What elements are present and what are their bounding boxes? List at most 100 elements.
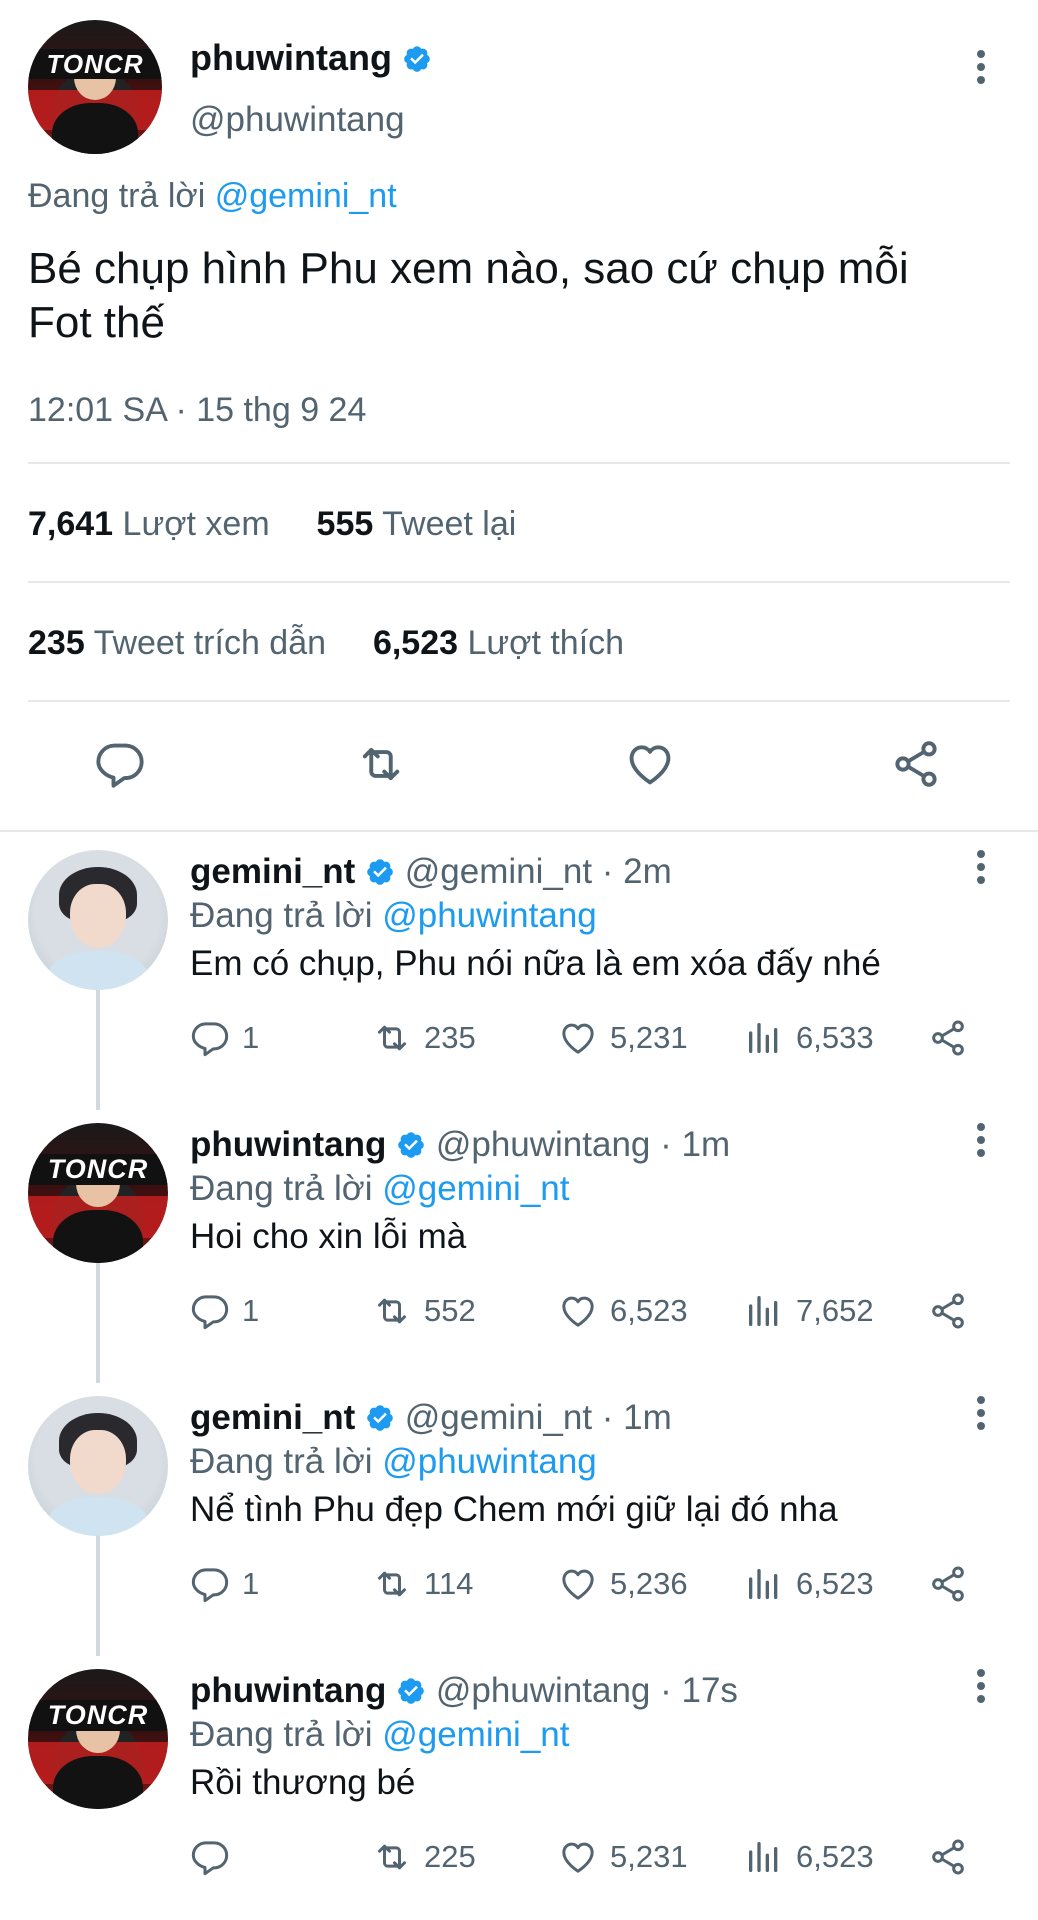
views-button[interactable]: 6,523 — [744, 1833, 874, 1881]
reply-button[interactable] — [190, 1833, 242, 1881]
share-icon — [928, 1837, 968, 1877]
view-count: 6,533 — [796, 1020, 874, 1055]
share-icon — [928, 1018, 968, 1058]
main-tweet: TONCR phuwintang @phuwintang Đang trả lờ… — [0, 0, 1038, 826]
handle[interactable]: @phuwintang — [190, 98, 405, 142]
reply-icon — [190, 1837, 230, 1877]
views-count: 7,641 — [28, 505, 114, 543]
share-icon[interactable] — [890, 738, 942, 790]
retweets-count: 555 — [316, 505, 374, 543]
like-count: 5,231 — [610, 1839, 688, 1874]
avatar-banner-text: TONCR — [28, 1153, 168, 1185]
retweet-button[interactable]: 114 — [372, 1560, 473, 1608]
reply-text: Em có chụp, Phu nói nữa là em xóa đấy nh… — [190, 944, 881, 983]
like-button[interactable]: 6,523 — [558, 1287, 688, 1335]
views-stat[interactable]: 7,641 Lượt xem — [28, 505, 270, 543]
replying-to-link[interactable]: @gemini_nt — [215, 177, 397, 215]
replying-to-link[interactable]: @gemini_nt — [382, 1169, 569, 1208]
likes-stat[interactable]: 6,523 Lượt thích — [373, 624, 624, 662]
retweet-icon — [372, 1564, 412, 1604]
avatar[interactable] — [28, 850, 168, 990]
reply-icon[interactable] — [94, 738, 146, 790]
section-divider — [0, 830, 1038, 832]
reply-tweet[interactable]: gemini_nt @gemini_nt · 1m Đang trả lời @… — [0, 1384, 1038, 1657]
retweet-button[interactable]: 235 — [372, 1014, 476, 1062]
reply-button[interactable]: 1 — [190, 1287, 259, 1335]
views-button[interactable]: 7,652 — [744, 1287, 874, 1335]
views-icon — [744, 1018, 784, 1058]
verified-badge-icon — [402, 44, 432, 74]
more-icon[interactable] — [976, 1123, 986, 1162]
views-button[interactable]: 6,523 — [744, 1560, 874, 1608]
view-count: 7,652 — [796, 1293, 874, 1328]
display-name[interactable]: phuwintang — [190, 37, 392, 78]
reply-button[interactable]: 1 — [190, 1014, 259, 1062]
view-count: 6,523 — [796, 1566, 874, 1601]
views-button[interactable]: 6,533 — [744, 1014, 874, 1062]
avatar[interactable]: TONCR — [28, 20, 162, 154]
display-name[interactable]: phuwintang — [190, 1671, 386, 1710]
replying-to: Đang trả lời @gemini_nt — [190, 1713, 570, 1757]
more-icon[interactable] — [976, 50, 986, 89]
avatar[interactable] — [28, 1396, 168, 1536]
retweet-button[interactable]: 552 — [372, 1287, 476, 1335]
reply-tweet[interactable]: TONCR phuwintang @phuwintang · 1m Đang t… — [0, 1111, 1038, 1384]
display-name[interactable]: gemini_nt — [190, 852, 355, 891]
handle-time[interactable]: @gemini_nt · 1m — [405, 1398, 672, 1437]
retweets-stat[interactable]: 555 Tweet lại — [317, 505, 517, 543]
handle-time[interactable]: @phuwintang · 17s — [436, 1671, 738, 1710]
handle-time[interactable]: @gemini_nt · 2m — [405, 852, 672, 891]
share-icon — [928, 1291, 968, 1331]
reply-text: Nể tình Phu đẹp Chem mới giữ lại đó nha — [190, 1490, 838, 1529]
retweet-count: 552 — [424, 1293, 476, 1328]
display-name[interactable]: gemini_nt — [190, 1398, 355, 1437]
share-button[interactable] — [928, 1287, 980, 1335]
avatar[interactable]: TONCR — [28, 1123, 168, 1263]
share-button[interactable] — [928, 1014, 980, 1062]
tweet-text-line-1: Bé chụp hình Phu xem nào, sao cứ chụp mỗ… — [28, 244, 909, 293]
retweet-button[interactable]: 225 — [372, 1833, 476, 1881]
views-icon — [744, 1837, 784, 1877]
more-icon[interactable] — [976, 1669, 986, 1708]
heart-icon — [558, 1564, 598, 1604]
like-button[interactable]: 5,236 — [558, 1560, 688, 1608]
quotes-label: Tweet trích dẫn — [93, 624, 327, 662]
replying-to-link[interactable]: @phuwintang — [382, 1442, 597, 1481]
avatar[interactable]: TONCR — [28, 1669, 168, 1809]
share-button[interactable] — [928, 1833, 980, 1881]
retweet-icon — [372, 1018, 412, 1058]
retweet-count: 235 — [424, 1020, 476, 1055]
reply-tweet[interactable]: TONCR phuwintang @phuwintang · 17s Đang … — [0, 1657, 1038, 1920]
stats-row-2: 235 Tweet trích dẫn 6,523 Lượt thích — [28, 621, 624, 665]
share-button[interactable] — [928, 1560, 980, 1608]
retweet-icon[interactable] — [355, 738, 407, 790]
heart-icon[interactable] — [624, 738, 676, 790]
quotes-stat[interactable]: 235 Tweet trích dẫn — [28, 624, 326, 662]
replying-to-label: Đang trả lời — [190, 1169, 373, 1208]
reply-icon — [190, 1564, 230, 1604]
divider — [28, 581, 1010, 583]
reply-button[interactable]: 1 — [190, 1560, 259, 1608]
divider — [28, 462, 1010, 464]
more-icon[interactable] — [976, 1396, 986, 1435]
like-button[interactable]: 5,231 — [558, 1014, 688, 1062]
replying-to-link[interactable]: @gemini_nt — [382, 1715, 569, 1754]
views-icon — [744, 1564, 784, 1604]
stats-row-1: 7,641 Lượt xem 555 Tweet lại — [28, 502, 516, 546]
reply-actions: 1 114 5,236 6,523 — [190, 1560, 980, 1608]
more-icon[interactable] — [976, 850, 986, 889]
handle-time[interactable]: @phuwintang · 1m — [436, 1125, 730, 1164]
replying-to-link[interactable]: @phuwintang — [382, 896, 597, 935]
verified-badge-icon — [365, 1403, 395, 1433]
views-icon — [744, 1291, 784, 1331]
avatar-banner-text: TONCR — [28, 1699, 168, 1731]
like-button[interactable]: 5,231 — [558, 1833, 688, 1881]
like-count: 6,523 — [610, 1293, 688, 1328]
replying-to: Đang trả lời @gemini_nt — [28, 174, 397, 218]
replying-to-label: Đang trả lời — [28, 177, 206, 215]
retweet-count: 114 — [424, 1566, 474, 1601]
reply-actions: 1 235 5,231 6,533 — [190, 1014, 980, 1062]
display-name[interactable]: phuwintang — [190, 1125, 386, 1164]
tweet-timestamp[interactable]: 12:01 SA · 15 thg 9 24 — [28, 388, 366, 432]
reply-tweet[interactable]: gemini_nt @gemini_nt · 2m Đang trả lời @… — [0, 838, 1038, 1111]
